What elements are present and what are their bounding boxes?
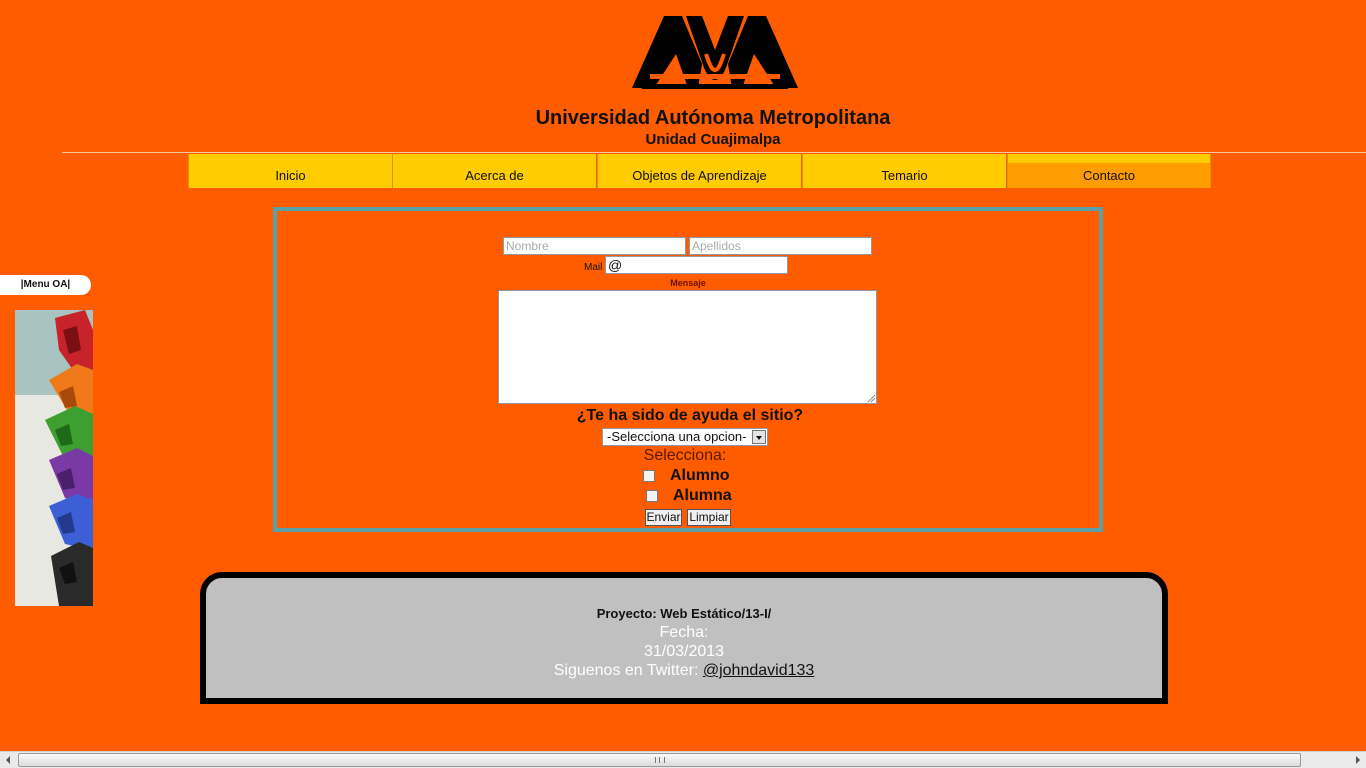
grip-icon bbox=[655, 757, 665, 763]
help-select-value: -Selecciona una opcion- bbox=[607, 429, 747, 444]
scroll-right-icon[interactable] bbox=[1349, 752, 1366, 768]
horizontal-scrollbar[interactable] bbox=[0, 751, 1366, 768]
scrollbar-thumb[interactable] bbox=[18, 753, 1301, 767]
nombre-input[interactable] bbox=[503, 237, 686, 255]
help-question: ¿Te ha sido de ayuda el sitio? bbox=[576, 407, 804, 424]
nav-item-inicio[interactable]: Inicio bbox=[188, 154, 392, 188]
selecciona-label: Selecciona: bbox=[643, 447, 727, 464]
mail-input[interactable] bbox=[605, 256, 788, 274]
fecha-value: 31/03/2013 bbox=[643, 643, 725, 660]
fecha-label: Fecha: bbox=[659, 624, 709, 641]
nav-item-objetos-de-aprendizaje[interactable]: Objetos de Aprendizaje bbox=[597, 154, 801, 188]
apellidos-input[interactable] bbox=[689, 237, 872, 255]
resize-grip-icon[interactable] bbox=[866, 393, 876, 403]
main-nav: Inicio Acerca de Objetos de Aprendizaje … bbox=[188, 154, 1212, 188]
twitter-label: Siguenos en Twitter: bbox=[553, 662, 703, 679]
header-divider bbox=[62, 152, 1366, 153]
project-label: Proyecto: Web Estático/13-I/ bbox=[596, 606, 772, 621]
nav-item-temario[interactable]: Temario bbox=[802, 154, 1006, 188]
twitter-link[interactable]: @johndavid133 bbox=[703, 662, 814, 679]
nav-item-acerca-de[interactable]: Acerca de bbox=[392, 154, 596, 188]
mail-label: Mail bbox=[584, 262, 603, 273]
scroll-left-icon[interactable] bbox=[0, 752, 17, 768]
help-select[interactable]: -Selecciona una opcion- bbox=[602, 428, 768, 446]
footer: Proyecto: Web Estático/13-I/ Fecha: 31/0… bbox=[200, 572, 1168, 704]
alumno-checkbox[interactable] bbox=[643, 470, 655, 482]
mensaje-label: Mensaje bbox=[670, 278, 706, 288]
limpiar-button[interactable]: Limpiar bbox=[687, 509, 731, 526]
twitter-line: Siguenos en Twitter: @johndavid133 bbox=[206, 662, 1162, 680]
mensaje-textarea[interactable] bbox=[498, 290, 877, 404]
unit-subtitle: Unidad Cuajimalpa bbox=[645, 131, 781, 148]
dropdown-arrow-icon[interactable] bbox=[752, 430, 766, 444]
alumno-label: Alumno bbox=[670, 467, 730, 484]
university-title: Universidad Autónoma Metropolitana bbox=[535, 107, 891, 129]
alumna-label: Alumna bbox=[673, 487, 732, 504]
enviar-button[interactable]: Enviar bbox=[645, 509, 682, 526]
uam-logo bbox=[632, 16, 798, 89]
alumna-checkbox[interactable] bbox=[646, 490, 658, 502]
nav-item-contacto[interactable]: Contacto bbox=[1007, 154, 1211, 188]
